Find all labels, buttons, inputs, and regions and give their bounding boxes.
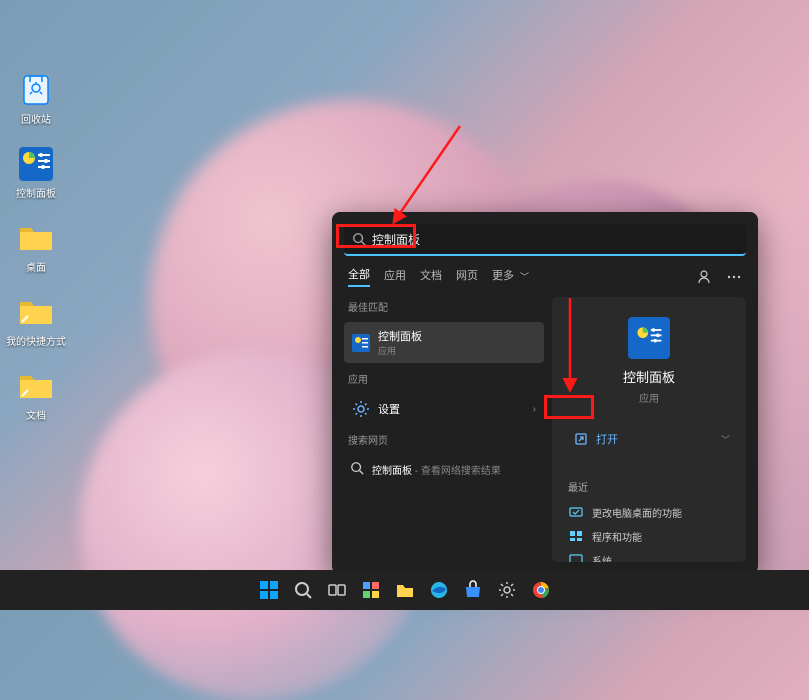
folder-icon	[18, 220, 54, 256]
desktop-icon-label: 回收站	[6, 111, 66, 126]
widgets-button[interactable]	[357, 576, 385, 604]
tab-all[interactable]: 全部	[348, 266, 370, 287]
search-icon	[352, 232, 366, 246]
search-input[interactable]: 控制面板	[344, 224, 746, 256]
recent-header: 最近	[568, 477, 730, 496]
more-options-icon[interactable]	[726, 269, 742, 285]
system-icon	[568, 552, 584, 562]
account-icon[interactable]	[696, 269, 712, 285]
control-panel-icon	[18, 146, 54, 182]
detail-title: 控制面板	[623, 367, 675, 386]
chevron-down-icon: ﹀	[520, 270, 529, 283]
open-icon	[574, 432, 588, 446]
result-control-panel[interactable]: 控制面板 应用	[344, 322, 544, 363]
detail-subtitle: 应用	[639, 390, 659, 405]
recent-item[interactable]: 系统	[568, 548, 730, 562]
recent-item[interactable]: 程序和功能	[568, 524, 730, 548]
result-title: 设置	[378, 401, 525, 417]
detail-pane: 控制面板 应用 打开 ﹀ 最近 更改电脑桌面的功能 程序和功	[552, 297, 746, 562]
taskbar	[0, 570, 809, 610]
result-settings[interactable]: 设置 ›	[344, 394, 544, 424]
store-app[interactable]	[459, 576, 487, 604]
recycle-bin-icon	[18, 72, 54, 108]
gear-icon	[352, 400, 370, 418]
taskbar-search[interactable]	[289, 576, 317, 604]
open-action[interactable]: 打开	[568, 425, 624, 453]
web-query: 控制面板	[372, 466, 412, 477]
search-icon	[350, 461, 364, 478]
file-explorer[interactable]	[391, 576, 419, 604]
settings-app[interactable]	[493, 576, 521, 604]
folder-icon	[18, 294, 54, 330]
tab-web[interactable]: 网页	[456, 267, 478, 286]
tab-documents[interactable]: 文档	[420, 267, 442, 286]
result-subtitle: 应用	[378, 344, 536, 357]
best-match-header: 最佳匹配	[344, 297, 544, 316]
feature-icon	[568, 504, 584, 520]
search-query-text: 控制面板	[372, 231, 420, 248]
chrome-browser[interactable]	[527, 576, 555, 604]
search-web-header: 搜索网页	[344, 430, 544, 449]
chevron-right-icon: ›	[533, 404, 536, 415]
tab-apps[interactable]: 应用	[384, 267, 406, 286]
search-tabs: 全部 应用 文档 网页 更多 ﹀	[344, 264, 746, 289]
web-trailing: - 查看网络搜索结果	[412, 466, 501, 477]
desktop-icon-folder-1[interactable]: 桌面	[6, 220, 66, 274]
tab-more[interactable]: 更多	[492, 267, 514, 286]
chevron-down-icon[interactable]: ﹀	[721, 433, 730, 446]
desktop-icon-control-panel[interactable]: 控制面板	[6, 146, 66, 200]
desktop-icon-label: 桌面	[6, 259, 66, 274]
start-button[interactable]	[255, 576, 283, 604]
results-list: 最佳匹配 控制面板 应用 应用 设置 › 搜索网页	[344, 297, 544, 562]
desktop-icon-label: 控制面板	[6, 185, 66, 200]
taskview-button[interactable]	[323, 576, 351, 604]
programs-icon	[568, 528, 584, 544]
desktop-icon-label: 我的快捷方式	[6, 333, 66, 348]
open-label: 打开	[596, 431, 618, 447]
control-panel-icon	[352, 334, 370, 352]
control-panel-icon	[628, 317, 670, 359]
search-panel: 控制面板 全部 应用 文档 网页 更多 ﹀ 最佳匹配 控制面板 应用 应用	[332, 212, 758, 574]
folder-icon	[18, 368, 54, 404]
desktop-icon-folder-2[interactable]: 我的快捷方式	[6, 294, 66, 348]
result-title: 控制面板	[378, 328, 536, 344]
edge-browser[interactable]	[425, 576, 453, 604]
desktop-icon-folder-3[interactable]: 文档	[6, 368, 66, 422]
desktop-icon-recycle-bin[interactable]: 回收站	[6, 72, 66, 126]
recent-item[interactable]: 更改电脑桌面的功能	[568, 500, 730, 524]
result-web-search[interactable]: 控制面板 - 查看网络搜索结果	[344, 455, 544, 484]
apps-header: 应用	[344, 369, 544, 388]
desktop-icon-label: 文档	[6, 407, 66, 422]
